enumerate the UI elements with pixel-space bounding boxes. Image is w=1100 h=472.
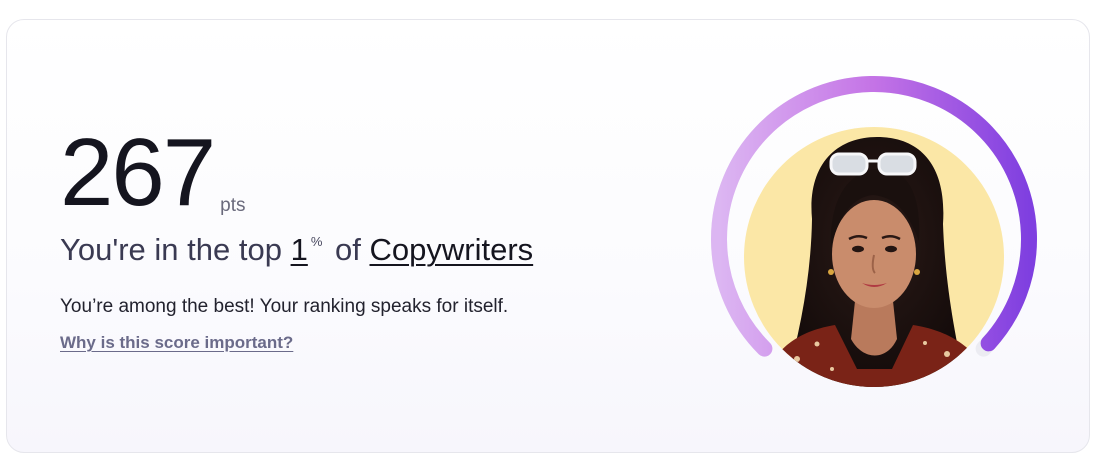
score-card: 267 pts You're in the top 1% of Copywrit… (6, 19, 1090, 453)
why-score-important-link[interactable]: Why is this score important? (60, 333, 293, 353)
score-display: 267 pts (60, 125, 246, 221)
score-subtitle: You’re among the best! Your ranking spea… (60, 296, 509, 317)
rank-category[interactable]: Copywriters (370, 232, 534, 267)
avatar (744, 127, 1004, 387)
score-value: 267 (60, 119, 216, 226)
score-gauge (707, 69, 1047, 409)
rank-percent-symbol: % (310, 234, 323, 249)
rank-connector: of (335, 232, 361, 267)
score-unit: pts (220, 195, 246, 216)
rank-percent: 1 (290, 232, 308, 267)
rank-prefix: You're in the top (60, 232, 282, 267)
rank-statement: You're in the top 1% of Copywriters (60, 232, 533, 268)
gauge-svg (711, 76, 1037, 387)
